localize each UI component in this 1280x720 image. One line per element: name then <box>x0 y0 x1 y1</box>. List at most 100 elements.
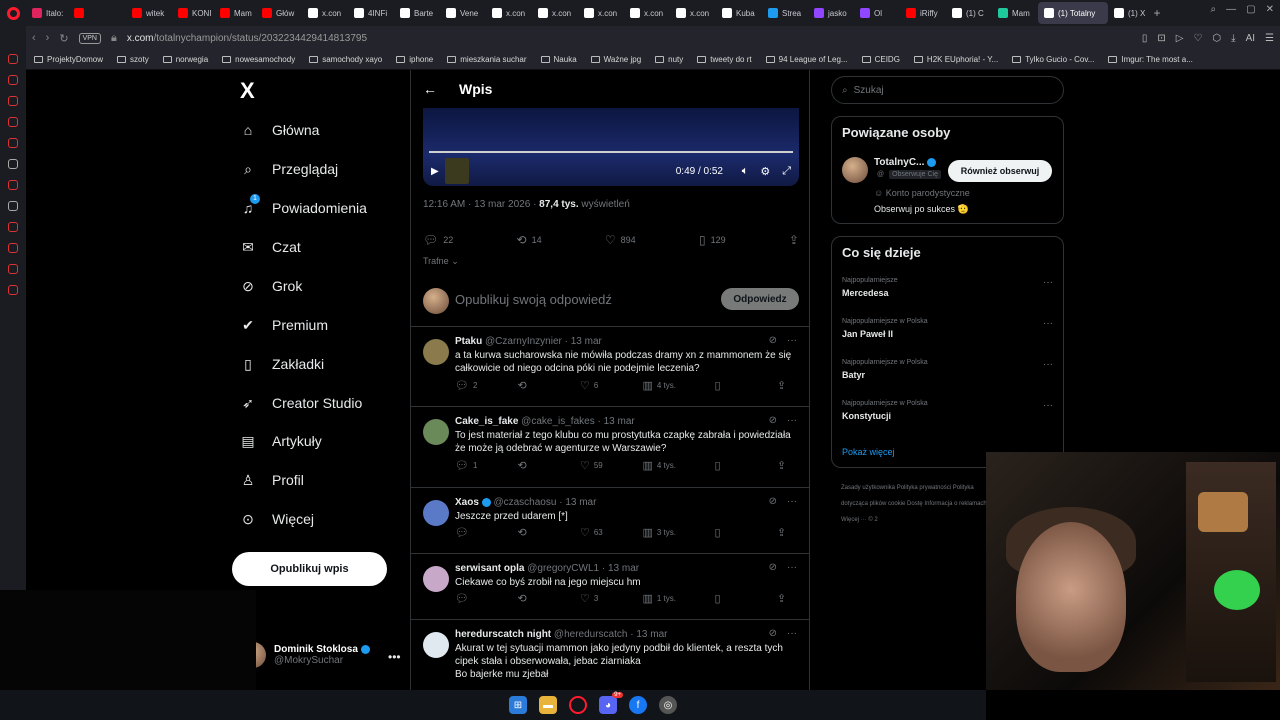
repost-action[interactable]: ⟲ <box>517 592 541 605</box>
bookmark-item[interactable]: samochody xayo <box>309 55 382 64</box>
grok-icon[interactable]: ⊘ <box>769 562 777 573</box>
bookmark-page-icon[interactable]: ▯ <box>1142 33 1148 44</box>
like-stat[interactable]: ♡ 894 <box>605 233 636 247</box>
more-icon[interactable]: ··· <box>1043 400 1053 411</box>
views-action[interactable]: ▥ 3 tys. <box>642 526 676 539</box>
browser-tab[interactable]: Barte <box>394 2 440 24</box>
reload-icon[interactable]: ↻ <box>59 32 68 45</box>
reply-action[interactable]: 💬︎ <box>455 526 479 539</box>
browser-tab[interactable]: (1) Totalny <box>1038 2 1108 24</box>
share-action[interactable]: ⇪ <box>777 459 801 472</box>
show-more-link[interactable]: Pokaż więcej <box>842 447 895 457</box>
sidebar-twitch-icon[interactable] <box>8 180 18 190</box>
sidebar-home-icon[interactable] <box>8 54 18 64</box>
vpn-badge[interactable]: VPN <box>78 32 101 44</box>
play-icon[interactable]: ▶ <box>431 166 439 177</box>
forward-nav-icon[interactable]: › <box>46 32 50 44</box>
reply-stat[interactable]: 💬︎ 22 <box>423 233 453 247</box>
browser-tab[interactable]: x.con <box>624 2 670 24</box>
browser-tab[interactable]: x.con <box>302 2 348 24</box>
share-action[interactable]: ⇪ <box>777 379 801 392</box>
reply-input[interactable]: Opublikuj swoją odpowiedź <box>455 292 612 307</box>
bookmark-stat[interactable]: ▯ 129 <box>699 233 726 247</box>
trend-item[interactable]: Najpopularniejsze w Polska Jan Paweł II ··… <box>842 318 1055 339</box>
footer-link[interactable]: Polityka prywatności <box>897 485 951 491</box>
nav-item-person[interactable]: ♙ Profil <box>240 472 304 489</box>
bookmark-item[interactable]: ProjektyDomow <box>34 55 103 64</box>
sidebar-mail-icon[interactable] <box>8 138 18 148</box>
reply-action[interactable]: 💬︎ 2 <box>455 379 479 392</box>
views-action[interactable]: ▥ 1 tys. <box>642 592 676 605</box>
grok-icon[interactable]: ⊘ <box>769 335 777 346</box>
search-tabs-icon[interactable]: ⌕ <box>1211 4 1217 15</box>
bookmark-action[interactable]: ▯ <box>714 592 738 605</box>
file-explorer-icon[interactable]: ▬ <box>539 696 557 714</box>
opera-logo-icon[interactable] <box>0 0 26 26</box>
search-input[interactable]: ⌕ Szukaj <box>831 76 1064 104</box>
grok-icon[interactable]: ⊘ <box>769 628 777 639</box>
windows-start-icon[interactable]: ⊞ <box>509 696 527 714</box>
video-progress-bar[interactable] <box>429 151 793 153</box>
nav-item-verified[interactable]: ✔ Premium <box>240 317 328 334</box>
more-icon[interactable]: ··· <box>787 335 797 346</box>
browser-tab[interactable]: jasko <box>808 2 854 24</box>
browser-tab[interactable]: Ol <box>854 2 900 24</box>
minimize-button[interactable]: — <box>1226 4 1236 15</box>
sidebar-messenger-icon[interactable] <box>8 117 18 127</box>
nav-item-bell[interactable]: ♫ 1 Powiadomienia <box>240 194 367 216</box>
avatar[interactable] <box>842 157 868 183</box>
browser-tab[interactable]: iRiffy <box>900 2 946 24</box>
avatar[interactable] <box>423 632 449 658</box>
footer-link[interactable]: © 2 <box>868 517 877 523</box>
avatar[interactable] <box>423 566 449 592</box>
heart-action[interactable]: ♡ 6 <box>580 379 604 392</box>
grok-icon[interactable]: ⊘ <box>769 496 777 507</box>
bookmark-item[interactable]: Tylko Gucio - Cov... <box>1012 55 1094 64</box>
video-player[interactable]: ▶ 0:49 / 0:52 🔈︎ ⚙ ⤢ <box>423 108 799 186</box>
bookmark-item[interactable]: iphone <box>396 55 433 64</box>
more-icon[interactable]: ··· <box>787 496 797 507</box>
sidebar-bag-icon[interactable] <box>8 96 18 106</box>
heart-icon[interactable]: ♡ <box>1193 33 1202 44</box>
account-more-icon[interactable]: ••• <box>388 650 401 664</box>
volume-icon[interactable]: 🔈︎ <box>742 165 749 178</box>
more-icon[interactable]: ··· <box>1043 359 1053 370</box>
nav-item-mail[interactable]: ✉ Czat <box>240 239 301 256</box>
close-window-button[interactable]: ✕ <box>1266 4 1274 15</box>
settings-gear-icon[interactable]: ⚙ <box>760 165 770 178</box>
reply-post[interactable]: Cake_is_fake @cake_is_fakes · 13 mar ⊘ ···… <box>411 407 809 488</box>
url-field[interactable]: x.com/totalnychampion/status/20322344294… <box>127 33 367 44</box>
heart-action[interactable]: ♡ 63 <box>580 526 604 539</box>
browser-tab[interactable]: Mam <box>214 2 256 24</box>
more-icon[interactable]: ··· <box>787 415 797 426</box>
bookmark-item[interactable]: Ważne jpg <box>590 55 641 64</box>
bookmark-action[interactable]: ▯ <box>714 379 738 392</box>
reply-time[interactable]: · 13 mar <box>599 563 639 574</box>
trend-item[interactable]: Najpopularniejsze Mercedesa ··· <box>842 277 1055 298</box>
heart-action[interactable]: ♡ 59 <box>580 459 604 472</box>
trend-item[interactable]: Najpopularniejsze w Polska Batyr ··· <box>842 359 1055 380</box>
player-icon[interactable]: ▷ <box>1176 33 1184 44</box>
reply-time[interactable]: · 13 mar <box>556 497 596 508</box>
footer-link[interactable]: Informacja o reklamach <box>924 501 986 507</box>
reply-time[interactable]: · 13 mar <box>595 416 634 427</box>
bookmark-action[interactable]: ▯ <box>714 459 738 472</box>
views-action[interactable]: ▥ 4 tys. <box>642 379 676 392</box>
share-stat[interactable]: ⇪ <box>789 233 799 247</box>
bookmark-item[interactable]: CEIDG <box>861 55 900 64</box>
bookmark-item[interactable]: szoty <box>117 55 149 64</box>
share-action[interactable]: ⇪ <box>777 526 801 539</box>
ai-icon[interactable]: AI <box>1246 33 1255 44</box>
bookmark-item[interactable]: norwegia <box>162 55 208 64</box>
reply-sort-dropdown[interactable]: Trafne ⌄ <box>423 256 459 267</box>
back-arrow-icon[interactable]: ← <box>423 81 437 97</box>
trend-item[interactable]: Najpopularniejsze w Polska Konstytucji ··· <box>842 400 1055 421</box>
reply-author-name[interactable]: serwisant opla <box>455 563 524 574</box>
sidebar-clock-icon[interactable] <box>8 243 18 253</box>
browser-tab[interactable]: 4INFi <box>348 2 394 24</box>
reply-handle[interactable]: @cake_is_fakes <box>521 416 595 427</box>
post-timestamp[interactable]: 12:16 AM · 13 mar 2026 · <box>423 199 539 210</box>
reply-author-name[interactable]: Cake_is_fake <box>455 416 518 427</box>
nav-item-bookmark[interactable]: ▯ Zakładki <box>240 356 324 373</box>
bookmark-action[interactable]: ▯ <box>714 526 738 539</box>
